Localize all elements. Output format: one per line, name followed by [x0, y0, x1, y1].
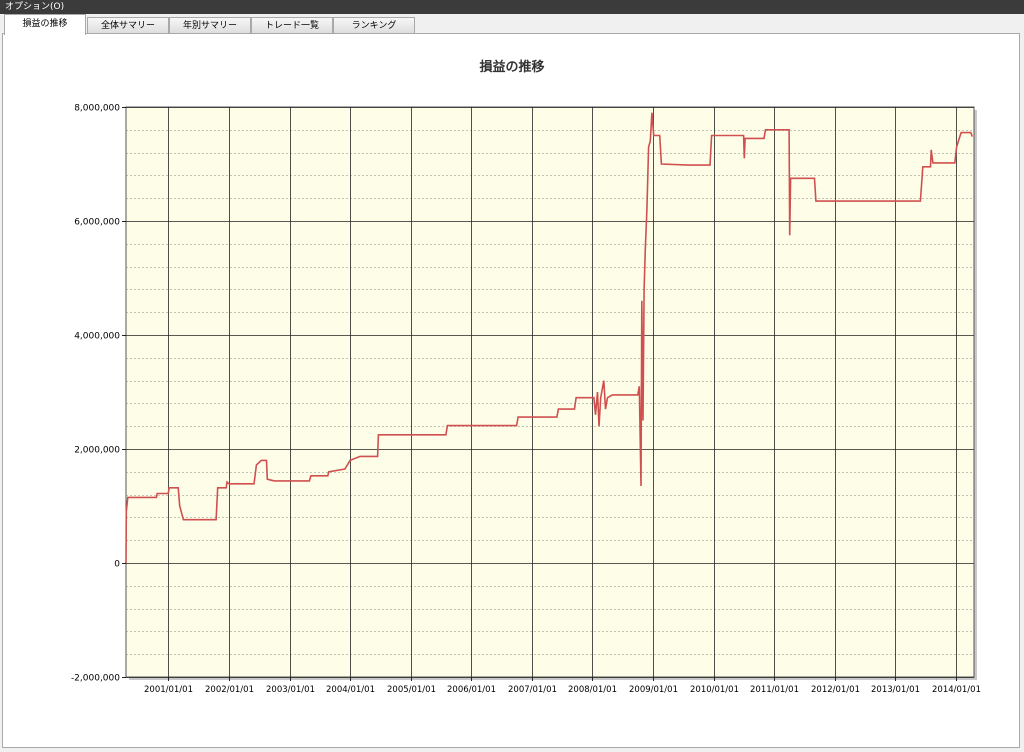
x-tick-label: 2005/01/01 — [387, 685, 436, 695]
plot-area — [125, 106, 975, 678]
x-tick-label: 2008/01/01 — [568, 685, 617, 695]
profit-chart: 8,000,000 6,000,000 4,000,000 2,000,000 0 -2,… — [71, 104, 981, 696]
x-tick-label: 2004/01/01 — [326, 685, 375, 695]
y-tick-label: 0 — [114, 560, 120, 570]
x-tick-label: 2007/01/01 — [508, 685, 557, 695]
y-tick-label: -2,000,000 — [71, 674, 120, 684]
x-tick-label: 2003/01/01 — [266, 685, 315, 695]
x-tick-label: 2013/01/01 — [871, 685, 920, 695]
x-tick-label: 2009/01/01 — [629, 685, 678, 695]
tab-profit-transition[interactable]: 損益の推移 — [4, 14, 86, 35]
x-tick-label: 2014/01/01 — [932, 685, 981, 695]
x-tick-label: 2011/01/01 — [750, 685, 799, 695]
tab-label: 損益の推移 — [22, 19, 68, 29]
y-tick-label: 2,000,000 — [74, 446, 120, 456]
x-tick-label: 2006/01/01 — [447, 685, 496, 695]
y-tick-label: 8,000,000 — [74, 104, 120, 114]
x-tick-label: 2012/01/01 — [811, 685, 860, 695]
x-tick-label: 2002/01/01 — [205, 685, 254, 695]
x-tick-label: 2010/01/01 — [690, 685, 739, 695]
y-tick-label: 4,000,000 — [74, 332, 120, 342]
x-tick-label: 2001/01/01 — [144, 685, 193, 695]
y-tick-label: 6,000,000 — [74, 218, 120, 228]
